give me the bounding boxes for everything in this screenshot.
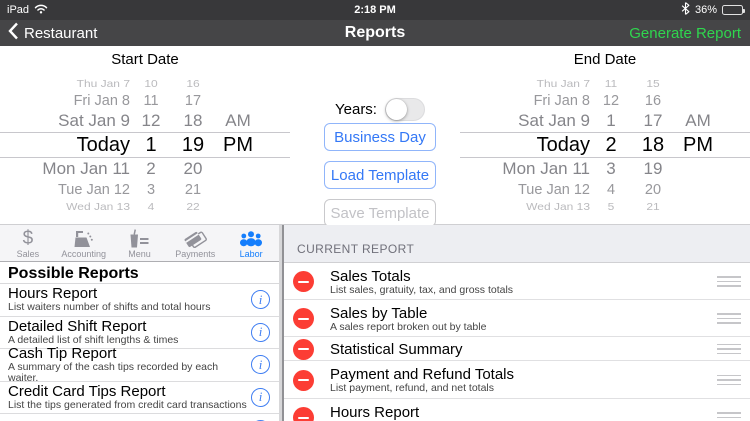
screen: iPad 2:18 PM 36% xyxy=(0,0,750,421)
current-item-sales-by-table[interactable]: Sales by Table A sales report broken out… xyxy=(284,300,750,337)
report-subtitle: List waiters number of shifts and total … xyxy=(8,302,211,313)
tab-labor[interactable]: Labor xyxy=(223,225,279,261)
remove-icon[interactable] xyxy=(293,407,314,421)
reorder-handle-icon[interactable] xyxy=(717,273,741,290)
reports-area: $ Sales Accounting xyxy=(0,225,750,421)
picker-row: Thu Jan 71115 xyxy=(460,77,750,89)
battery-percent: 36% xyxy=(695,4,717,16)
business-day-button[interactable]: Business Day xyxy=(324,123,436,151)
reorder-handle-icon[interactable] xyxy=(717,310,741,327)
back-chevron-icon xyxy=(8,22,19,44)
possible-reports-panel: $ Sales Accounting xyxy=(0,225,279,421)
picker-row: Thu Jan 71016 xyxy=(0,77,290,89)
report-title: Detailed Shift Report xyxy=(8,319,178,335)
end-date-title: End Date xyxy=(460,51,750,68)
picker-row: Tue Jan 12420 xyxy=(460,180,750,199)
credit-cards-icon xyxy=(183,229,207,248)
picker-selected-row: Today218PM xyxy=(460,132,750,158)
generate-report-button[interactable]: Generate Report xyxy=(629,25,750,42)
picker-row: Mon Jan 11319 xyxy=(460,158,750,180)
report-item-cash-tip-report[interactable]: Cash Tip Report A summary of the cash ti… xyxy=(0,349,279,382)
device-label: iPad xyxy=(7,4,29,16)
info-icon[interactable]: i xyxy=(251,323,270,342)
date-controls-area: Start Date End Date Thu Jan 71016 Fri Ja… xyxy=(0,46,750,225)
wifi-icon xyxy=(34,3,48,17)
start-date-title: Start Date xyxy=(0,51,290,68)
cash-register-icon xyxy=(72,229,96,248)
info-icon[interactable]: i xyxy=(251,355,270,374)
info-icon[interactable]: i xyxy=(251,388,270,407)
current-item-title: Hours Report xyxy=(330,404,717,421)
report-subtitle: List the tips generated from credit card… xyxy=(8,400,247,411)
current-item-title: Statistical Summary xyxy=(330,341,717,358)
current-report-panel: CURRENT REPORT Sales Totals List sales, … xyxy=(284,225,750,421)
picker-row: Mon Jan 11220 xyxy=(0,158,290,180)
load-template-button[interactable]: Load Template xyxy=(324,161,436,189)
people-group-icon xyxy=(239,229,263,248)
clock: 2:18 PM xyxy=(0,4,750,16)
status-bar: iPad 2:18 PM 36% xyxy=(0,0,750,20)
reorder-handle-icon[interactable] xyxy=(717,341,741,358)
bluetooth-icon xyxy=(681,2,690,18)
reorder-handle-icon[interactable] xyxy=(717,372,741,389)
report-item-credit-card-tips-report[interactable]: Credit Card Tips Report List the tips ge… xyxy=(0,382,279,415)
picker-row: Fri Jan 81117 xyxy=(0,91,290,110)
current-item-statistical-summary[interactable]: Statistical Summary xyxy=(284,337,750,361)
current-item-subtitle: A sales report broken out by table xyxy=(330,322,717,333)
current-item-subtitle: List sales, gratuity, tax, and gross tot… xyxy=(330,285,717,296)
report-item-waiter-tip-summary[interactable]: Waiter Tip Summary i xyxy=(0,414,279,421)
report-title: Credit Card Tips Report xyxy=(8,384,247,400)
category-tab-bar: $ Sales Accounting xyxy=(0,225,279,262)
picker-row: Fri Jan 81216 xyxy=(460,91,750,110)
back-label: Restaurant xyxy=(24,25,97,42)
current-item-title: Sales Totals xyxy=(330,268,717,285)
picker-selected-row: Today119PM xyxy=(0,132,290,158)
current-item-sales-totals[interactable]: Sales Totals List sales, gratuity, tax, … xyxy=(284,263,750,300)
report-subtitle: A summary of the cash tips recorded by e… xyxy=(8,362,251,384)
current-report-header: CURRENT REPORT xyxy=(284,225,750,263)
picker-row: Wed Jan 13521 xyxy=(460,200,750,212)
report-item-hours-report[interactable]: Hours Report List waiters number of shif… xyxy=(0,284,279,317)
current-item-hours-report[interactable]: Hours Report List waiters number of shif… xyxy=(284,399,750,421)
dollar-icon: $ xyxy=(23,229,34,248)
picker-row: Wed Jan 13422 xyxy=(0,200,290,212)
remove-icon[interactable] xyxy=(293,271,314,292)
nav-bar: Restaurant Reports Generate Report xyxy=(0,20,750,46)
drink-menu-icon xyxy=(127,229,151,248)
tab-accounting[interactable]: Accounting xyxy=(56,225,112,261)
current-item-subtitle: List payment, refund, and net totals xyxy=(330,383,717,394)
picker-row: Sat Jan 9117AM xyxy=(460,110,750,132)
current-item-title: Payment and Refund Totals xyxy=(330,366,717,383)
picker-row: Sat Jan 91218AM xyxy=(0,110,290,132)
tab-payments[interactable]: Payments xyxy=(167,225,223,261)
reorder-handle-icon[interactable] xyxy=(717,409,741,421)
remove-icon[interactable] xyxy=(293,370,314,391)
tab-sales[interactable]: $ Sales xyxy=(0,225,56,261)
years-label: Years: xyxy=(335,101,377,118)
tab-menu[interactable]: Menu xyxy=(112,225,168,261)
current-item-title: Sales by Table xyxy=(330,305,717,322)
save-template-button[interactable]: Save Template xyxy=(324,199,436,227)
info-icon[interactable]: i xyxy=(251,290,270,309)
end-date-picker[interactable]: Thu Jan 71115 Fri Jan 81216 Sat Jan 9117… xyxy=(460,76,750,214)
back-button[interactable]: Restaurant xyxy=(0,22,97,44)
years-toggle[interactable] xyxy=(385,98,425,121)
report-title: Hours Report xyxy=(8,286,211,302)
toggle-knob xyxy=(386,99,407,120)
report-title: Cash Tip Report xyxy=(8,346,251,362)
remove-icon[interactable] xyxy=(293,308,314,329)
current-item-payment-and-refund-totals[interactable]: Payment and Refund Totals List payment, … xyxy=(284,361,750,399)
remove-icon[interactable] xyxy=(293,339,314,360)
picker-row: Tue Jan 12321 xyxy=(0,180,290,199)
start-date-picker[interactable]: Thu Jan 71016 Fri Jan 81117 Sat Jan 9121… xyxy=(0,76,290,214)
possible-reports-header: Possible Reports xyxy=(0,262,279,284)
battery-icon xyxy=(722,5,743,15)
